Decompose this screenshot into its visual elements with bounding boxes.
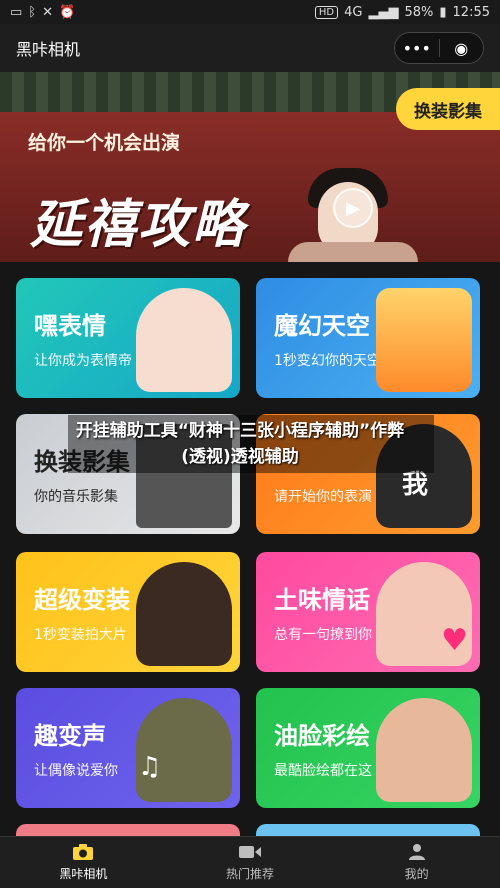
card-art-sunset (376, 288, 472, 392)
feature-grid: 嘿表情 让你成为表情帝 魔幻天空 1秒变幻你的天空 换装影集 你的音乐影集 请开… (0, 262, 500, 840)
card-art-soldier: ♫ (136, 698, 232, 802)
alarm-icon: ⏰ (59, 4, 76, 20)
card-title: 魔幻天空 (274, 312, 370, 340)
network-label: 4G (344, 4, 363, 20)
card-art-couple: ♥ (376, 562, 472, 666)
status-bar: ▭ ᛒ ✕ ⏰ HD 4G ▂▄▆ 58% ▮ 12:55 (0, 0, 500, 24)
tab-bar: 黑咔相机 热门推荐 我的 (0, 836, 500, 888)
banner-calligraphy: 延禧攻略 (30, 194, 247, 255)
signal-icon: ▂▄▆ (368, 4, 399, 20)
play-icon: ▶ (346, 197, 360, 219)
more-icon[interactable]: ••• (395, 39, 439, 58)
card-title: 趣变声 (34, 722, 106, 750)
heart-icon: ♥ (441, 623, 468, 658)
card-art-face-paint (376, 698, 472, 802)
mute-icon: ✕ (42, 4, 54, 20)
mini-program-capsule: ••• ◉ (394, 32, 484, 64)
tab-label: 热门推荐 (226, 867, 275, 881)
card-title: 油脸彩绘 (274, 722, 370, 750)
card-title: 土味情话 (274, 586, 370, 614)
card-subtitle: 1秒变幻你的天空 (274, 353, 381, 369)
hd-badge: HD (314, 5, 339, 19)
card-subtitle: 请开始你的表演 (274, 489, 372, 505)
status-icons-left: ▭ ᛒ ✕ ⏰ (10, 5, 75, 20)
card-voice-change[interactable]: 趣变声 让偶像说爱你 ♫ (16, 688, 240, 808)
play-button[interactable]: ▶ (333, 188, 373, 228)
card-love-words[interactable]: 土味情话 总有一句撩到你 ♥ (256, 552, 480, 672)
tab-camera[interactable]: 黑咔相机 (0, 837, 167, 888)
battery-icon: ▮ (439, 4, 447, 20)
card-title: 超级变装 (34, 586, 130, 614)
card-subtitle: 你的音乐影集 (34, 489, 118, 505)
overlay-text: 开挂辅助工具“财神十三张小程序辅助”作弊(透视)透视辅助 (75, 421, 405, 467)
card-subtitle: 总有一句撩到你 (274, 627, 372, 643)
card-title: 嘿表情 (34, 312, 106, 340)
music-note-icon: ♫ (138, 752, 162, 782)
time-label: 12:55 (452, 4, 490, 20)
card-emoji[interactable]: 嘿表情 让你成为表情帝 (16, 278, 240, 398)
battery-label: 58% (404, 4, 434, 20)
tab-label: 我的 (404, 867, 429, 881)
banner-person-dress (288, 242, 418, 262)
camera-icon (71, 843, 95, 861)
banner-tagline: 给你一个机会出演 (28, 132, 181, 154)
person-icon (405, 843, 429, 861)
card-subtitle: 1秒变装拍大片 (34, 627, 127, 643)
app-title: 黑咔相机 (16, 40, 81, 59)
video-icon (238, 843, 262, 861)
tab-label: 黑咔相机 (59, 867, 108, 881)
card-subtitle: 让偶像说爱你 (34, 763, 118, 779)
card-subtitle: 最酷脸绘都在这 (274, 763, 372, 779)
card-subtitle: 让你成为表情帝 (34, 353, 132, 369)
card-face-paint[interactable]: 油脸彩绘 最酷脸绘都在这 (256, 688, 480, 808)
bluetooth-icon: ᛒ (28, 4, 37, 20)
close-target-icon[interactable]: ◉ (440, 39, 484, 58)
cast-icon: ▭ (10, 4, 23, 20)
card-art-women (136, 562, 232, 666)
title-bar: 黑咔相机 ••• ◉ (0, 24, 500, 72)
card-super-dressup[interactable]: 超级变装 1秒变装拍大片 (16, 552, 240, 672)
card-art-girl (136, 288, 232, 392)
swap-album-button[interactable]: 换装影集 (396, 88, 500, 130)
card-magic-sky[interactable]: 魔幻天空 1秒变幻你的天空 (256, 278, 480, 398)
tab-mine[interactable]: 我的 (333, 837, 500, 888)
status-icons-right: HD 4G ▂▄▆ 58% ▮ 12:55 (314, 4, 490, 20)
tab-hot[interactable]: 热门推荐 (167, 837, 334, 888)
